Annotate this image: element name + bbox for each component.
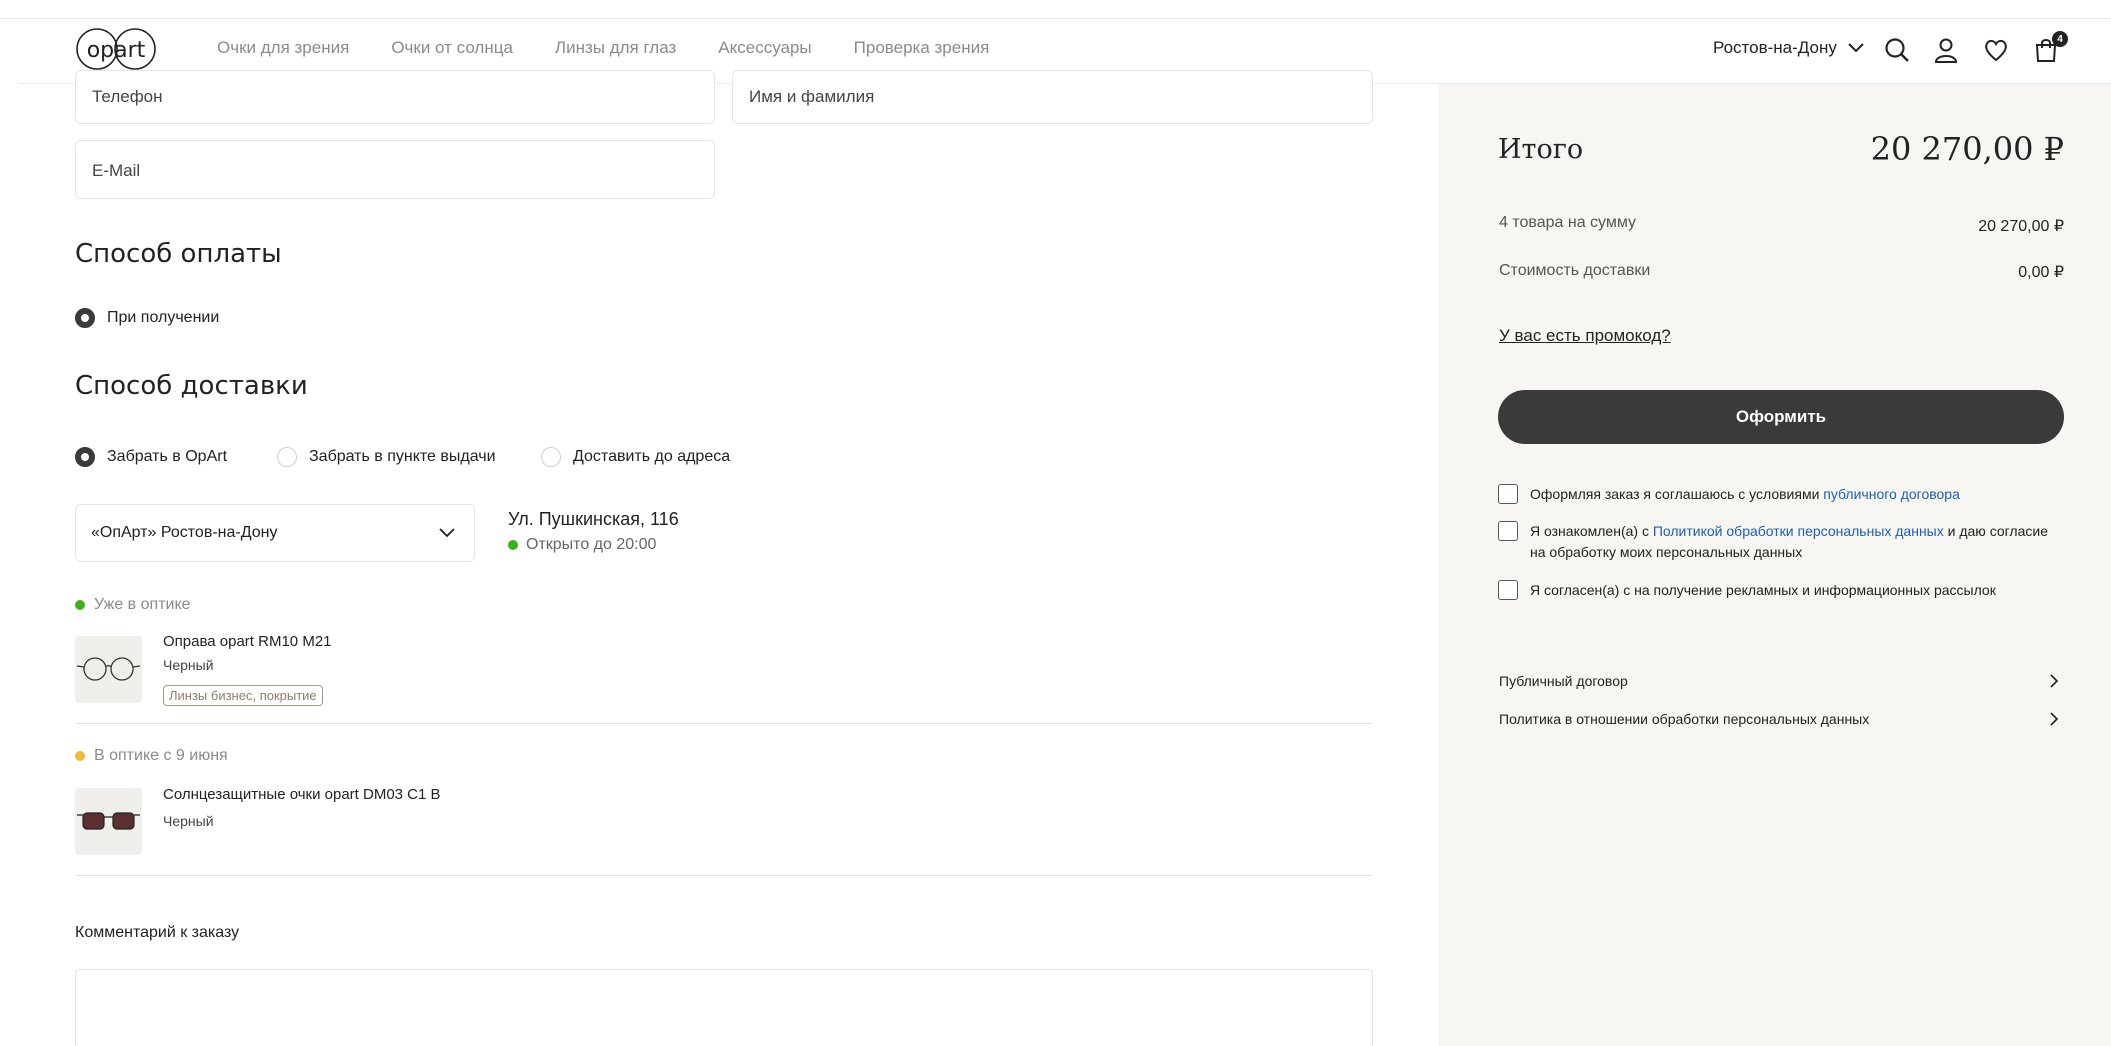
chevron-right-icon xyxy=(2050,674,2059,688)
email-placeholder: E-Mail xyxy=(92,161,141,180)
submit-order-button[interactable]: Оформить xyxy=(1498,390,2064,444)
radio-selected-icon xyxy=(75,447,95,467)
nav-item-sunglasses[interactable]: Очки от солнца xyxy=(391,38,513,58)
consent-public-contract[interactable]: Оформляя заказ я соглашаюсь с условиями … xyxy=(1498,484,2064,505)
opart-logo[interactable]: opart xyxy=(75,27,157,71)
doc-link-label: Политика в отношении обработки персональ… xyxy=(1499,711,1870,727)
product-tag: Линзы бизнес, покрытие xyxy=(163,685,323,706)
cart-count-badge: 4 xyxy=(2052,31,2068,47)
payment-option-label: При получении xyxy=(107,309,220,326)
delivery-option-label: Доставить до адреса xyxy=(573,448,731,465)
delivery-option-pickup-point[interactable]: Забрать в пункте выдачи xyxy=(277,447,496,467)
heart-icon[interactable] xyxy=(1982,36,2010,64)
chevron-down-icon xyxy=(439,528,455,538)
city-selector[interactable]: Ростов-на-Дону xyxy=(1713,38,1865,58)
product-image-sunglasses[interactable] xyxy=(75,788,142,855)
chevron-right-icon xyxy=(2050,712,2059,726)
checkbox-icon[interactable] xyxy=(1498,580,1518,600)
doc-link-label: Публичный договор xyxy=(1499,673,1628,689)
public-contract-doc-link[interactable]: Публичный договор xyxy=(1499,673,2059,689)
consent-text: Я ознакомлен(а) с Политикой обработки пе… xyxy=(1530,523,2048,560)
email-field[interactable]: E-Mail xyxy=(75,140,715,199)
availability-text: В оптике с 9 июня xyxy=(94,747,228,764)
svg-text:opart: opart xyxy=(87,38,146,63)
delivery-option-label: Забрать в OpArt xyxy=(107,448,228,465)
store-open-status: Открыто до 20:00 xyxy=(508,536,656,554)
radio-selected-icon xyxy=(75,308,95,328)
store-select-value: «ОпАрт» Ростов-на-Дону xyxy=(91,524,278,541)
public-contract-link[interactable]: публичного договора xyxy=(1823,486,1960,502)
product-color: Черный xyxy=(163,813,214,829)
item-availability: В оптике с 9 июня xyxy=(75,747,228,765)
delivery-option-courier[interactable]: Доставить до адреса xyxy=(541,447,730,467)
store-select[interactable]: «ОпАрт» Ростов-на-Дону xyxy=(75,504,475,562)
summary-total: 20 270,00 ₽ xyxy=(1870,130,2064,168)
consent-text: Я согласен(а) с на получение рекламных и… xyxy=(1530,582,1996,598)
user-icon[interactable] xyxy=(1932,36,1960,64)
city-label: Ростов-на-Дону xyxy=(1713,38,1837,57)
payment-title: Способ оплаты xyxy=(75,239,282,269)
items-sum-value: 20 270,00 ₽ xyxy=(1978,218,2064,235)
delivery-option-pickup-opart[interactable]: Забрать в OpArt xyxy=(75,447,227,467)
open-status-dot xyxy=(508,540,518,550)
name-placeholder: Имя и фамилия xyxy=(749,87,875,106)
items-sum-label: 4 товара на сумму xyxy=(1499,214,1637,231)
product-name[interactable]: Оправа opart RM10 M21 xyxy=(163,633,332,650)
availability-dot xyxy=(75,600,85,610)
summary-title: Итого xyxy=(1498,134,1584,165)
nav-item-accessories[interactable]: Аксессуары xyxy=(718,38,811,58)
delivery-option-label: Забрать в пункте выдачи xyxy=(309,448,496,465)
chevron-down-icon xyxy=(1848,43,1864,53)
availability-dot xyxy=(75,751,85,761)
consent-text: Оформляя заказ я соглашаюсь с условиями … xyxy=(1530,486,1960,502)
nav-item-eye-test[interactable]: Проверка зрения xyxy=(854,38,990,58)
name-field[interactable]: Имя и фамилия xyxy=(732,70,1373,124)
item-availability: Уже в оптике xyxy=(75,596,191,614)
item-divider xyxy=(75,723,1373,724)
phone-placeholder: Телефон xyxy=(92,87,163,106)
search-icon[interactable] xyxy=(1883,36,1911,64)
radio-empty-icon xyxy=(541,447,561,467)
nav-item-eyeglasses[interactable]: Очки для зрения xyxy=(217,38,349,58)
privacy-policy-link[interactable]: Политикой обработки персональных данных xyxy=(1653,523,1944,539)
product-color: Черный xyxy=(163,657,214,673)
open-status-text: Открыто до 20:00 xyxy=(526,536,657,553)
availability-text: Уже в оптике xyxy=(94,596,191,613)
phone-field[interactable]: Телефон xyxy=(75,70,715,124)
product-image-frame[interactable] xyxy=(75,636,142,703)
checkbox-icon[interactable] xyxy=(1498,484,1518,504)
delivery-cost-label: Стоимость доставки xyxy=(1499,262,1651,279)
delivery-title: Способ доставки xyxy=(75,371,308,401)
radio-empty-icon xyxy=(277,447,297,467)
delivery-cost-value: 0,00 ₽ xyxy=(2018,264,2064,281)
store-address: Ул. Пушкинская, 116 xyxy=(508,509,679,529)
main-nav: Очки для зрения Очки от солнца Линзы для… xyxy=(217,38,989,58)
promo-code-link[interactable]: У вас есть промокод? xyxy=(1499,326,1671,346)
comment-label: Комментарий к заказу xyxy=(75,924,240,941)
product-name[interactable]: Солнцезащитные очки opart DM03 C1 B xyxy=(163,786,441,803)
consent-personal-data[interactable]: Я ознакомлен(а) с Политикой обработки пе… xyxy=(1498,521,2064,563)
consent-newsletter[interactable]: Я согласен(а) с на получение рекламных и… xyxy=(1498,580,2064,601)
checkbox-icon[interactable] xyxy=(1498,521,1518,541)
comment-textarea[interactable] xyxy=(75,969,1373,1046)
nav-item-lenses[interactable]: Линзы для глаз xyxy=(555,38,676,58)
item-divider xyxy=(75,875,1373,876)
privacy-policy-doc-link[interactable]: Политика в отношении обработки персональ… xyxy=(1499,711,2059,727)
payment-option-on-receipt[interactable]: При получении xyxy=(75,308,219,328)
